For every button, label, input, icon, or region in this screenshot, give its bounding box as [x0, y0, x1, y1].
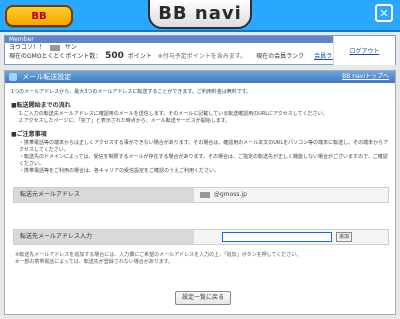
note-3: ・携帯電話等をご利用の場合は、各キャリアの受信設定をご確認のうえご利用ください。	[19, 168, 220, 174]
destination-address-input[interactable]	[222, 232, 332, 242]
note-1: ・携帯電話等の端末からは正しくアクセスする事ができない場合があります。その場合は…	[19, 140, 389, 153]
source-address-domain: @gmoss.jp	[213, 191, 247, 198]
bb-navi-logo: BB navi	[148, 0, 252, 29]
top-bar: BB BB navi ✕	[0, 0, 400, 32]
section-notes-title: ■ご注意事項	[11, 131, 47, 138]
greeting-prefix: ヨウコソ！！	[9, 44, 46, 51]
source-address-row: 転送元メールアドレス @gmoss.jp	[13, 187, 389, 203]
panel-title: メール転送設定 BB naviトップへ	[5, 71, 395, 83]
mail-forward-panel: メール転送設定 BB naviトップへ 1つのメールアドレスから、最大3つのメー…	[4, 70, 396, 315]
after-note-2: ※一部の携帯電話によっては、転送先が登録されない場合があります。	[15, 259, 174, 265]
note-2: ・転送先のドメインによっては、受信を制限するメールが存在する場合があります。その…	[19, 154, 388, 167]
points-unit: ポイント	[127, 53, 152, 60]
points-value: 500	[105, 51, 124, 61]
panel-title-text: メール転送設定	[22, 73, 72, 81]
after-note-1: ※転送先メールアドレスを追加する場合には、入力欄にご希望のメールアドレスを入力の…	[15, 252, 302, 258]
bb-navi-logo-text: BB navi	[158, 3, 242, 24]
rank-label: 現在の会員ランク	[256, 53, 305, 60]
points-note: ※付与予定ポイントを含みます。	[157, 53, 247, 60]
bb-logo-text: BB	[31, 10, 47, 22]
destination-address-row: 転送先メールアドレス入力 追加	[13, 229, 389, 245]
member-box: Member ヨウコソ！！ サン 現在のGMOとくとくポイント数： 500 ポイ…	[4, 35, 396, 65]
masked-source-address	[200, 191, 210, 198]
flow-step-2: 2.アクセスしたページに、「完了」と表示された時点から、メール転送サービスが開始…	[19, 118, 231, 124]
flow-step-1: 1.ご入力の転送先メールアドレスに確認用のメールを送信します。そのメールに記載し…	[19, 111, 328, 117]
source-address-label: 転送元メールアドレス	[14, 188, 194, 202]
panel-content: 1つのメールアドレスから、最大3つのメールアドレスに転送することができます。ご利…	[5, 83, 395, 181]
mail-icon	[9, 73, 17, 81]
destination-address-label: 転送先メールアドレス入力	[14, 230, 194, 244]
intro-text: 1つのメールアドレスから、最大3つのメールアドレスに転送することができます。ご利…	[11, 89, 252, 95]
source-address-value: @gmoss.jp	[200, 188, 247, 202]
greeting-suffix: サン	[64, 44, 77, 51]
add-destination-button[interactable]: 追加	[336, 232, 352, 242]
points-label: 現在のGMOとくとくポイント数：	[9, 53, 102, 60]
back-to-top-link[interactable]: BB naviトップへ	[342, 71, 389, 83]
member-heading-label: Member	[9, 36, 34, 43]
logout-link[interactable]: ログアウト	[333, 36, 395, 65]
section-flow-title: ■転送開始までの流れ	[11, 102, 71, 109]
close-icon[interactable]: ✕	[375, 4, 393, 22]
back-to-list-button[interactable]: 設定一覧に戻る	[175, 291, 231, 305]
bb-logo[interactable]: BB	[5, 5, 73, 27]
masked-user-name	[49, 44, 60, 51]
